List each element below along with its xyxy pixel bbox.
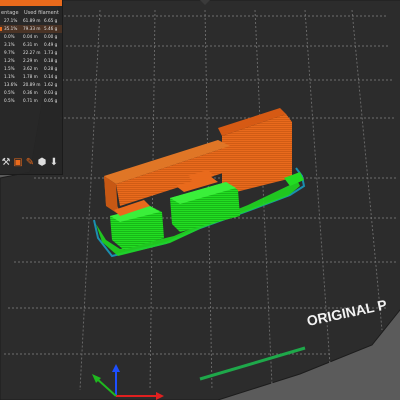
row-length: 6.31 m	[23, 42, 38, 47]
row-weight: 0.14 g	[44, 74, 58, 79]
row-weight: 1.73 g	[44, 50, 58, 55]
row-weight: 0.00 g	[44, 34, 58, 39]
sphere-icon[interactable]: ⬢	[36, 157, 48, 169]
row-percentage: 13.6%	[4, 82, 18, 87]
row-percentage: 35.1%	[4, 26, 18, 31]
row-length: 0.04 m	[23, 34, 38, 39]
row-length: 2.29 m	[23, 58, 38, 63]
row-weight: 6.65 g	[44, 18, 58, 23]
row-percentage: 1.2%	[4, 58, 15, 63]
row-length: 61.89 m	[23, 18, 41, 23]
row-weight: 0.05 g	[44, 98, 58, 103]
stats-row: 0.5% 0.71 m 0.05 g	[0, 97, 62, 105]
stats-row: 1.1% 1.78 m 0.14 g	[0, 73, 62, 81]
row-length: 22.27 m	[23, 50, 41, 55]
brush-icon[interactable]: ✎	[24, 157, 36, 169]
row-length: 20.89 m	[23, 82, 41, 87]
stats-row: 1.2% 2.29 m 0.18 g	[0, 57, 62, 65]
row-weight: 0.28 g	[44, 66, 58, 71]
row-length: 1.78 m	[23, 74, 38, 79]
stats-row: 0.0% 0.04 m 0.00 g	[0, 33, 62, 41]
row-color-swatch	[0, 27, 2, 31]
panel-toolbar: ⚒ ▣ ✎ ⬢ ⬇	[0, 156, 62, 170]
row-percentage: 0.0%	[4, 34, 15, 39]
stats-row: 9.7% 22.27 m 1.73 g	[0, 49, 62, 57]
stats-row: 0.5% 0.36 m 0.03 g	[0, 89, 62, 97]
row-length: 79.33 m	[23, 26, 41, 31]
row-length: 0.71 m	[23, 98, 38, 103]
percentage-header: entage	[1, 10, 19, 16]
row-weight: 1.62 g	[44, 82, 58, 87]
stats-row: 3.1% 6.31 m 0.49 g	[0, 41, 62, 49]
stats-row: 13.6% 20.89 m 1.62 g	[0, 81, 62, 89]
row-percentage: 1.1%	[4, 74, 15, 79]
filament-stats-panel: entage Used filament 27.1% 61.89 m 6.65 …	[0, 0, 63, 175]
export-icon[interactable]: ⬇	[48, 157, 60, 169]
row-weight: 0.49 g	[44, 42, 58, 47]
panel-header-strip	[0, 0, 62, 6]
row-percentage: 9.7%	[4, 50, 15, 55]
row-percentage: 0.5%	[4, 98, 15, 103]
row-length: 0.36 m	[23, 90, 38, 95]
used-filament-header: Used filament	[24, 10, 59, 16]
row-length: 3.62 m	[23, 66, 38, 71]
stats-row: 35.1% 79.33 m 5.46 g	[0, 25, 62, 33]
cube-icon[interactable]: ▣	[12, 157, 24, 169]
row-percentage: 3.1%	[4, 42, 15, 47]
row-percentage: 0.5%	[4, 90, 15, 95]
row-weight: 0.03 g	[44, 90, 58, 95]
row-weight: 0.18 g	[44, 58, 58, 63]
wrench-icon[interactable]: ⚒	[0, 157, 12, 169]
row-percentage: 27.1%	[4, 18, 18, 23]
stats-row: 27.1% 61.89 m 6.65 g	[0, 17, 62, 25]
row-percentage: 1.5%	[4, 66, 15, 71]
row-weight: 5.46 g	[44, 26, 58, 31]
stats-row: 1.5% 3.62 m 0.28 g	[0, 65, 62, 73]
